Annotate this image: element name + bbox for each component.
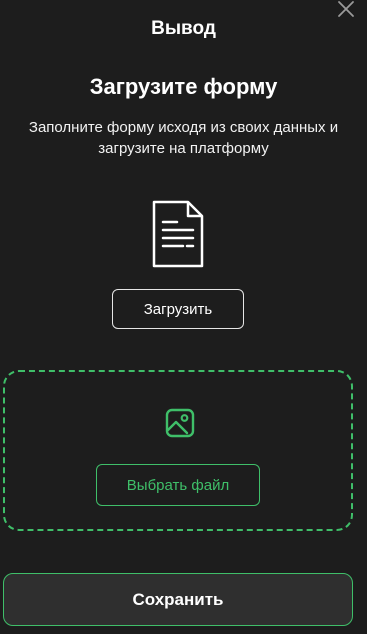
image-icon	[165, 408, 195, 438]
save-button[interactable]: Сохранить	[3, 573, 353, 626]
close-button[interactable]	[337, 0, 355, 18]
modal-title: Вывод	[151, 18, 216, 39]
document-icon	[150, 200, 206, 270]
withdraw-modal: Вывод Загрузите форму Заполните форму ис…	[0, 0, 367, 634]
upload-button[interactable]: Загрузить	[112, 289, 244, 329]
description-text: Заполните форму исходя из своих данных и…	[28, 119, 339, 157]
file-dropzone[interactable]: Выбрать файл	[3, 370, 353, 531]
page-heading: Загрузите форму	[89, 74, 278, 99]
close-icon	[338, 1, 354, 17]
choose-file-button[interactable]: Выбрать файл	[96, 464, 260, 506]
